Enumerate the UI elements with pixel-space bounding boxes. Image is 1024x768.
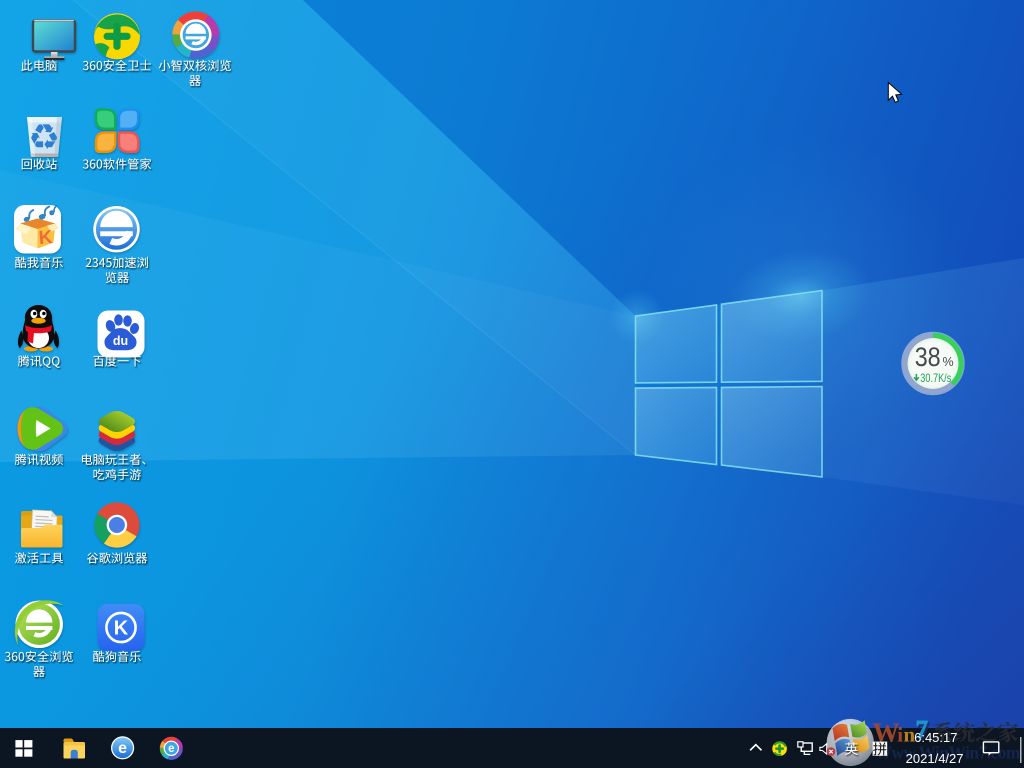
svg-text:38: 38 xyxy=(915,342,941,372)
svg-text:du: du xyxy=(113,334,128,348)
svg-text:%: % xyxy=(943,355,954,369)
svg-text:e: e xyxy=(118,740,127,757)
svg-text:K: K xyxy=(38,227,54,249)
svg-text:30.7K/s: 30.7K/s xyxy=(920,371,951,385)
svg-text:6:45:17: 6:45:17 xyxy=(914,730,957,745)
svg-text:2021/4/27: 2021/4/27 xyxy=(906,751,964,766)
svg-text:e: e xyxy=(168,743,174,755)
svg-text:K: K xyxy=(114,618,129,640)
